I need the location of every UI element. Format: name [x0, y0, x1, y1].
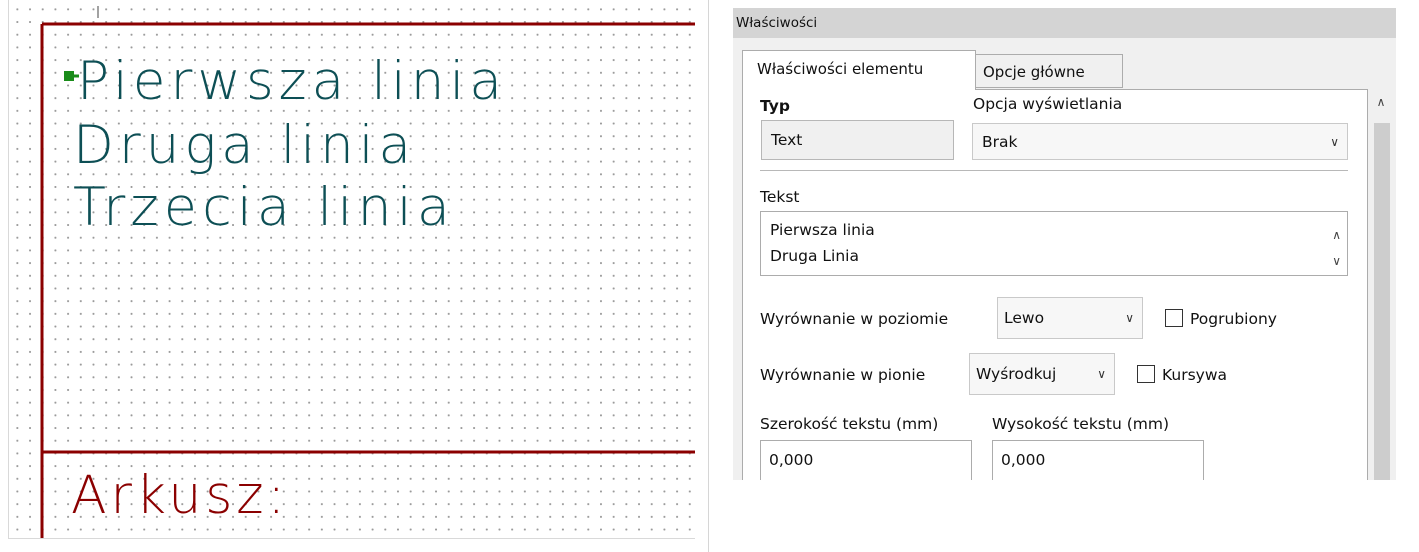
bold-checkbox[interactable] — [1165, 309, 1183, 327]
scroll-down-icon[interactable]: ∨ — [1332, 248, 1341, 274]
chevron-down-icon: ∨ — [1097, 367, 1106, 381]
width-value: 0,000 — [769, 451, 814, 469]
properties-panel: Właściwości Opcje główne Właściwości ele… — [733, 8, 1396, 480]
schematic-text-line-1[interactable]: Pierwsza linia — [77, 51, 507, 112]
width-input[interactable]: 0,000 — [760, 440, 972, 480]
schematic-text-line-3[interactable]: Trzecia linia — [73, 177, 455, 238]
italic-checkbox[interactable] — [1137, 365, 1155, 383]
text-input[interactable]: Pierwsza linia Druga Linia ∧ ∨ — [760, 211, 1348, 276]
schematic-canvas[interactable]: Pierwsza linia Druga linia Trzecia linia… — [8, 0, 695, 539]
tab-element-properties[interactable]: Właściwości elementu — [742, 50, 976, 90]
text-input-line-1: Pierwsza linia — [770, 221, 875, 239]
type-label: Typ — [760, 97, 790, 115]
chevron-down-icon: ∨ — [1330, 135, 1339, 149]
sheet-label: Arkusz: — [71, 465, 289, 526]
schematic-text-line-2[interactable]: Druga linia — [73, 115, 416, 176]
bold-label: Pogrubiony — [1190, 310, 1277, 328]
chevron-down-icon: ∨ — [1125, 311, 1134, 325]
text-label: Tekst — [760, 188, 800, 206]
width-label: Szerokość tekstu (mm) — [760, 415, 939, 433]
schematic-drawing: Pierwsza linia Druga linia Trzecia linia… — [40, 6, 695, 538]
scroll-up-icon[interactable]: ∧ — [1332, 222, 1341, 248]
tab-page: Typ Opcja wyświetlania Text Brak ∨ Tekst… — [742, 89, 1368, 480]
v-align-value: Wyśrodkuj — [976, 365, 1057, 383]
h-align-label: Wyrównanie w poziomie — [760, 310, 949, 328]
pane-divider[interactable] — [708, 0, 709, 552]
tab-element-properties-label: Właściwości elementu — [757, 60, 924, 78]
type-field: Text — [761, 120, 954, 160]
display-option-value: Brak — [982, 133, 1018, 151]
text-input-line-2: Druga Linia — [770, 247, 859, 265]
h-align-value: Lewo — [1004, 309, 1045, 327]
v-align-label: Wyrównanie w pionie — [760, 366, 926, 384]
italic-label: Kursywa — [1162, 366, 1228, 384]
panel-scrollbar[interactable]: ∧ — [1369, 89, 1393, 480]
tab-main-options[interactable]: Opcje główne — [975, 54, 1123, 88]
panel-title: Właściwości — [733, 8, 1396, 38]
tab-main-options-label: Opcje główne — [983, 63, 1085, 81]
h-align-select[interactable]: Lewo ∨ — [997, 297, 1143, 339]
height-value: 0,000 — [1001, 451, 1046, 469]
v-align-select[interactable]: Wyśrodkuj ∨ — [969, 353, 1115, 395]
panel-body: Opcje główne Właściwości elementu Typ Op… — [733, 38, 1396, 480]
display-option-label: Opcja wyświetlania — [973, 95, 1123, 113]
separator — [760, 170, 1348, 171]
scroll-up-icon[interactable]: ∧ — [1369, 95, 1393, 109]
scrollbar-thumb[interactable] — [1374, 123, 1390, 480]
type-value: Text — [771, 131, 803, 149]
height-label: Wysokość tekstu (mm) — [992, 415, 1170, 433]
height-input[interactable]: 0,000 — [992, 440, 1204, 480]
display-option-select[interactable]: Brak ∨ — [972, 123, 1348, 160]
